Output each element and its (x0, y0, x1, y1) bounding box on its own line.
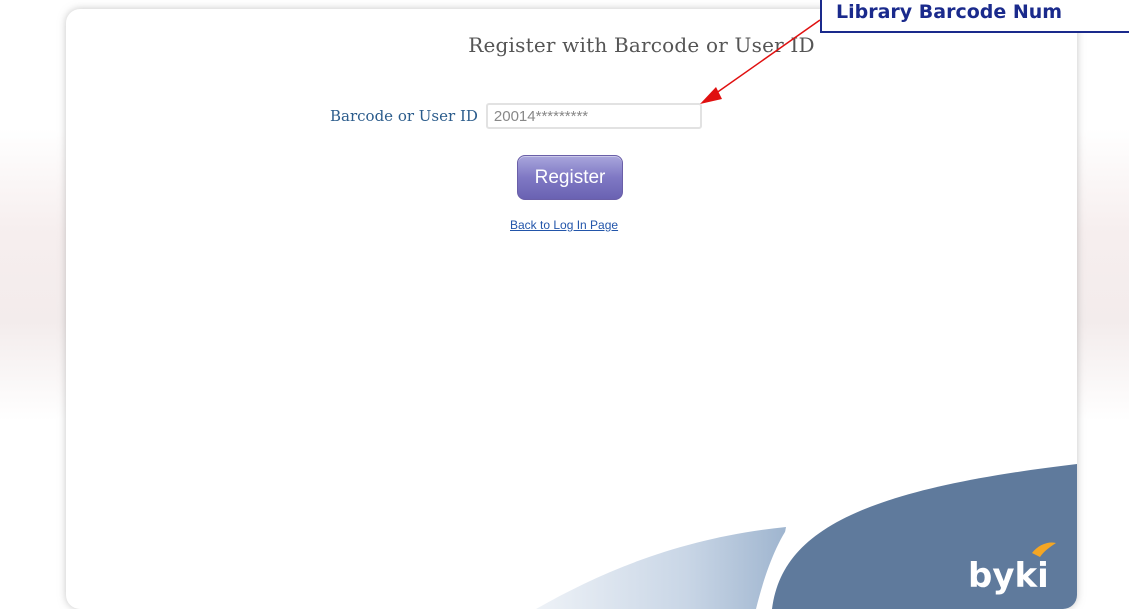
annotation-callout: Library Barcode Num (820, 0, 1129, 33)
byki-logo: byki (968, 556, 1049, 596)
registration-card: Register with Barcode or User ID Barcode… (66, 9, 1077, 609)
brand-swoosh: byki (536, 464, 1077, 609)
annotation-text: Library Barcode Num (836, 1, 1063, 23)
swoosh-light-band (536, 527, 786, 609)
